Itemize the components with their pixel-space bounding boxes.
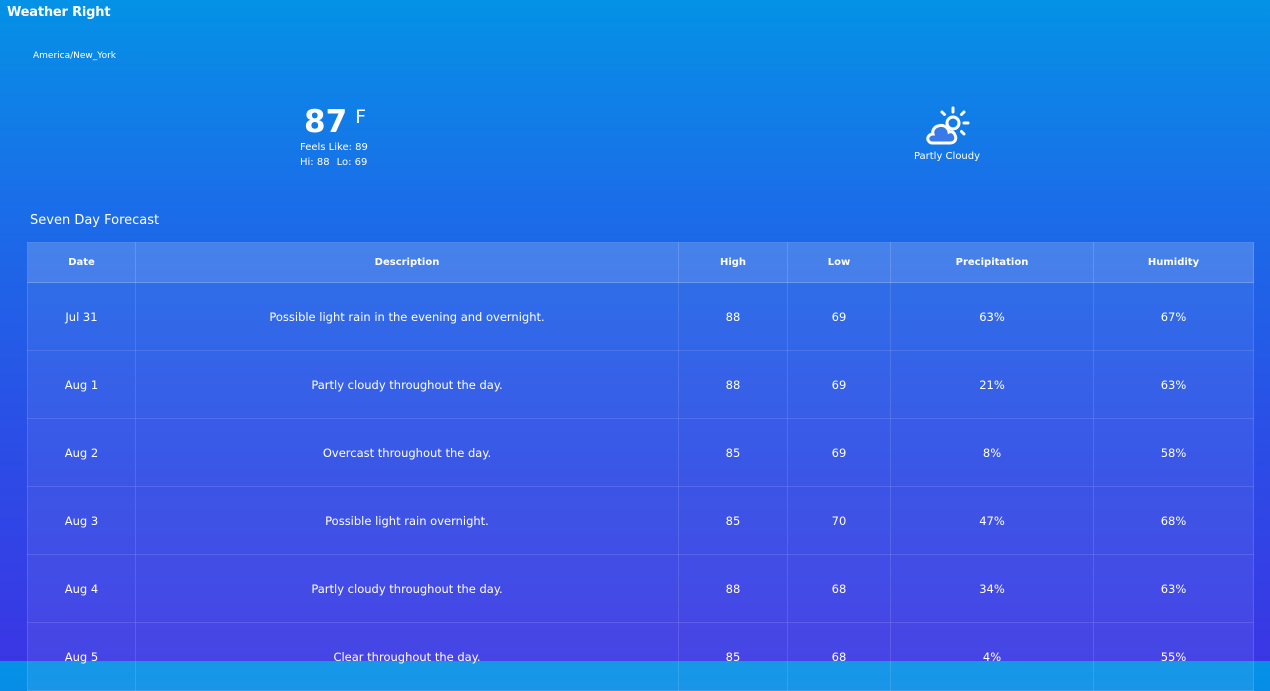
cell-precipitation: 47% bbox=[890, 486, 1094, 555]
cell-date: Aug 1 bbox=[27, 350, 136, 419]
cell-precipitation: 4% bbox=[890, 622, 1094, 691]
current-temperature: 87 bbox=[304, 104, 348, 140]
cell-description: Partly cloudy throughout the day. bbox=[135, 554, 679, 623]
cell-high: 88 bbox=[678, 350, 788, 419]
cell-date: Jul 31 bbox=[27, 282, 136, 351]
cell-humidity: 63% bbox=[1093, 350, 1254, 419]
cell-date: Aug 5 bbox=[27, 622, 136, 691]
cell-humidity: 55% bbox=[1093, 622, 1254, 691]
cell-low: 69 bbox=[787, 350, 891, 419]
hi-temp: Hi: 88 bbox=[300, 157, 330, 168]
cell-low: 69 bbox=[787, 282, 891, 351]
cell-high: 88 bbox=[678, 554, 788, 623]
cell-low: 69 bbox=[787, 418, 891, 487]
column-header-humidity: Humidity bbox=[1093, 242, 1254, 283]
cell-precipitation: 34% bbox=[890, 554, 1094, 623]
cell-low: 68 bbox=[787, 622, 891, 691]
table-row: Aug 2 Overcast throughout the day. 85 69… bbox=[27, 418, 1254, 487]
lo-temp: Lo: 69 bbox=[336, 157, 368, 168]
cell-date: Aug 2 bbox=[27, 418, 136, 487]
column-header-date: Date bbox=[27, 242, 136, 283]
table-row: Aug 3 Possible light rain overnight. 85 … bbox=[27, 486, 1254, 555]
cell-description: Partly cloudy throughout the day. bbox=[135, 350, 679, 419]
table-row: Aug 5 Clear throughout the day. 85 68 4%… bbox=[27, 622, 1254, 691]
column-header-precipitation: Precipitation bbox=[890, 242, 1094, 283]
cell-date: Aug 4 bbox=[27, 554, 136, 623]
table-header-row: Date Description High Low Precipitation … bbox=[27, 242, 1254, 283]
timezone-label: America/New_York bbox=[33, 51, 117, 61]
cell-precipitation: 21% bbox=[890, 350, 1094, 419]
cell-humidity: 67% bbox=[1093, 282, 1254, 351]
current-conditions: 87 F Feels Like: 89 Hi: 88 Lo: 69 bbox=[298, 104, 398, 170]
forecast-title: Seven Day Forecast bbox=[30, 213, 160, 228]
cell-low: 68 bbox=[787, 554, 891, 623]
cell-high: 88 bbox=[678, 282, 788, 351]
table-row: Aug 4 Partly cloudy throughout the day. … bbox=[27, 554, 1254, 623]
cell-description: Possible light rain overnight. bbox=[135, 486, 679, 555]
cell-description: Overcast throughout the day. bbox=[135, 418, 679, 487]
table-row: Jul 31 Possible light rain in the evenin… bbox=[27, 282, 1254, 351]
cell-humidity: 68% bbox=[1093, 486, 1254, 555]
cell-date: Aug 3 bbox=[27, 486, 136, 555]
feels-like: Feels Like: 89 bbox=[300, 142, 368, 153]
hi-lo: Hi: 88 Lo: 69 bbox=[300, 155, 398, 170]
cell-precipitation: 8% bbox=[890, 418, 1094, 487]
temperature-row: 87 F bbox=[298, 104, 398, 140]
temperature-unit: F bbox=[355, 106, 367, 128]
cell-description: Possible light rain in the evening and o… bbox=[135, 282, 679, 351]
cell-humidity: 63% bbox=[1093, 554, 1254, 623]
column-header-description: Description bbox=[135, 242, 679, 283]
forecast-table: Date Description High Low Precipitation … bbox=[27, 242, 1254, 691]
cell-description: Clear throughout the day. bbox=[135, 622, 679, 691]
app-title: Weather Right bbox=[7, 5, 111, 20]
condition-summary: Partly Cloudy bbox=[900, 103, 994, 162]
column-header-high: High bbox=[678, 242, 788, 283]
cell-low: 70 bbox=[787, 486, 891, 555]
cell-humidity: 58% bbox=[1093, 418, 1254, 487]
condition-label: Partly Cloudy bbox=[913, 151, 981, 162]
column-header-low: Low bbox=[787, 242, 891, 283]
cell-high: 85 bbox=[678, 418, 788, 487]
cell-precipitation: 63% bbox=[890, 282, 1094, 351]
table-row: Aug 1 Partly cloudy throughout the day. … bbox=[27, 350, 1254, 419]
partly-cloudy-icon bbox=[926, 106, 970, 145]
cell-high: 85 bbox=[678, 622, 788, 691]
cell-high: 85 bbox=[678, 486, 788, 555]
